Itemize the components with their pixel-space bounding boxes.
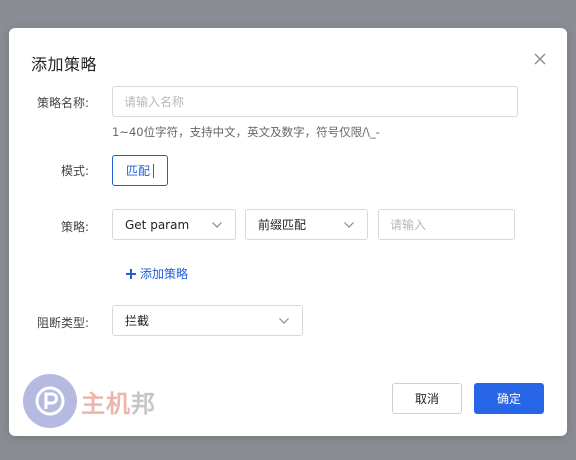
dialog-title: 添加策略 <box>31 55 98 74</box>
watermark: 主机邦 <box>23 374 156 428</box>
mode-match-button[interactable]: 匹配 <box>112 155 168 186</box>
name-label: 策略名称: <box>36 96 89 110</box>
strategy-param-select[interactable]: Get param <box>112 209 236 240</box>
close-button[interactable] <box>531 50 549 68</box>
strategy-label: 策略: <box>60 220 89 234</box>
strategy-match-value: 前缀匹配 <box>258 218 307 232</box>
watermark-logo-icon <box>23 374 77 428</box>
chevron-down-icon <box>344 221 354 228</box>
strategy-match-select[interactable]: 前缀匹配 <box>245 209 368 240</box>
strategy-param-value: Get param <box>125 217 190 232</box>
close-icon <box>534 53 546 65</box>
strategy-value-input[interactable] <box>378 209 515 240</box>
block-type-label: 阻断类型: <box>36 316 89 330</box>
chevron-down-icon <box>279 317 289 324</box>
add-strategy-link[interactable]: 添加策略 <box>125 265 188 282</box>
confirm-button[interactable]: 确定 <box>474 383 544 414</box>
watermark-text: 主机邦 <box>81 388 156 418</box>
block-type-select[interactable]: 拦截 <box>112 305 303 336</box>
name-hint: 1~40位字符，支持中文，英文及数字，符号仅限/\_- <box>112 125 380 139</box>
text-cursor <box>153 163 154 178</box>
chevron-down-icon <box>212 221 222 228</box>
mode-value: 匹配 <box>125 164 150 178</box>
name-input[interactable] <box>112 86 518 117</box>
mode-label: 模式: <box>60 164 89 178</box>
add-strategy-label: 添加策略 <box>140 267 189 281</box>
plus-icon <box>126 268 136 279</box>
block-type-value: 拦截 <box>125 314 150 328</box>
cancel-button[interactable]: 取消 <box>392 383 462 414</box>
add-strategy-dialog: 添加策略 策略名称: 1~40位字符，支持中文，英文及数字，符号仅限/\_- 模… <box>9 28 567 436</box>
